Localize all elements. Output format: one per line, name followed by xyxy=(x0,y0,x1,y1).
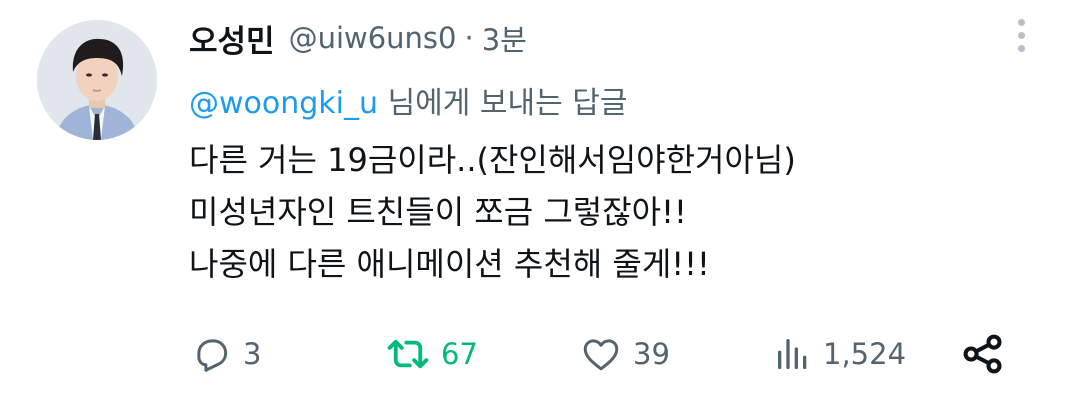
tweet-text-line: 다른 거는 19금이라..(잔인해서임야한거아님) xyxy=(189,141,796,179)
tweet-text-line: 나중에 다른 애니메이션 추천해 줄게!!! xyxy=(189,245,710,283)
more-vertical-icon[interactable] xyxy=(1008,14,1034,58)
reply-to-suffix: 님에게 보내는 답글 xyxy=(378,86,628,121)
reply-count: 3 xyxy=(243,337,262,371)
like-button[interactable]: 39 xyxy=(579,326,670,382)
share-button[interactable] xyxy=(961,326,1005,382)
reply-icon xyxy=(197,339,228,372)
retweet-button[interactable]: 67 xyxy=(385,326,478,382)
retweet-icon xyxy=(387,339,429,369)
share-icon xyxy=(963,334,1002,374)
tweet-header: 오성민 @uiw6uns0 · 3분 xyxy=(189,16,527,60)
display-name[interactable]: 오성민 xyxy=(189,16,275,61)
views-button[interactable]: 1,524 xyxy=(773,326,906,382)
separator-dot: · xyxy=(464,21,474,55)
reply-button[interactable]: 3 xyxy=(191,326,261,382)
view-count: 1,524 xyxy=(823,337,907,371)
tweet-text: 다른 거는 19금이라..(잔인해서임야한거아님) 미성년자인 트친들이 쪼금 … xyxy=(189,134,1049,290)
avatar-image xyxy=(37,20,157,140)
like-icon xyxy=(583,339,619,371)
avatar[interactable] xyxy=(37,20,157,140)
tweet-text-line: 미성년자인 트친들이 쪼금 그렇잖아!! xyxy=(189,193,687,231)
reply-to-mention[interactable]: @woongki_u xyxy=(189,86,378,121)
user-handle[interactable]: @uiw6uns0 xyxy=(289,21,457,55)
like-count: 39 xyxy=(633,337,670,371)
replying-to: @woongki_u 님에게 보내는 답글 xyxy=(189,78,627,122)
views-icon xyxy=(778,339,807,369)
action-bar: 3 67 39 1,524 xyxy=(189,326,1029,382)
timestamp[interactable]: 3분 xyxy=(482,17,527,59)
retweet-count: 67 xyxy=(441,337,478,371)
